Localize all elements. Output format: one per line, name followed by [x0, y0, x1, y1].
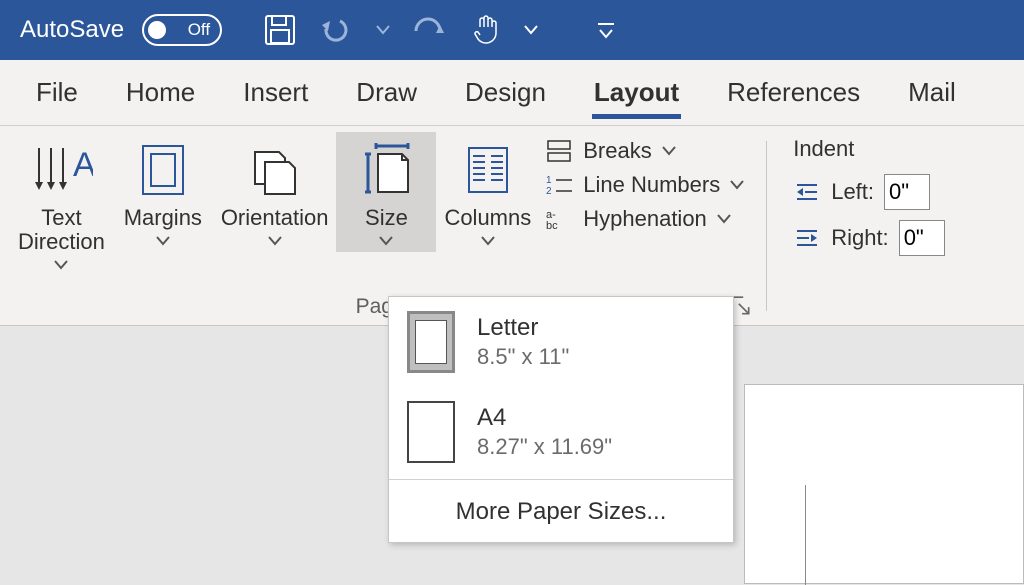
size-option-name: A4: [477, 404, 612, 432]
hand-icon: [471, 13, 501, 47]
margins-label: Margins: [124, 206, 202, 230]
autosave-label: AutoSave: [20, 16, 124, 44]
group-separator: [766, 141, 767, 311]
save-icon: [263, 13, 297, 47]
indent-right-row: Right:: [793, 220, 1004, 256]
undo-button[interactable]: [318, 10, 358, 50]
svg-text:1: 1: [546, 175, 552, 186]
indent-right-input[interactable]: [899, 220, 945, 256]
tab-design[interactable]: Design: [441, 60, 570, 125]
tab-layout[interactable]: Layout: [570, 60, 703, 125]
page-thumb-icon: [407, 401, 455, 463]
tab-home[interactable]: Home: [102, 60, 219, 125]
redo-icon: [410, 15, 446, 45]
text-direction-icon: A: [29, 138, 93, 202]
undo-icon: [318, 15, 358, 45]
customize-qat-button[interactable]: [586, 10, 626, 50]
text-direction-button[interactable]: A Text Direction: [10, 132, 113, 276]
size-icon: [356, 138, 416, 202]
more-paper-sizes[interactable]: More Paper Sizes...: [389, 482, 733, 542]
size-option-letter[interactable]: Letter 8.5" x 11": [389, 297, 733, 387]
size-label: Size: [365, 206, 408, 230]
size-button[interactable]: Size: [336, 132, 436, 252]
touch-mode-button[interactable]: [466, 10, 506, 50]
chevron-down-icon: [379, 236, 393, 246]
autosave-toggle[interactable]: Off: [142, 14, 222, 46]
page-thumb-icon: [407, 311, 455, 373]
svg-text:bc: bc: [546, 220, 558, 230]
breaks-icon: [545, 139, 573, 163]
paragraph-group: Indent Left: Right:: [773, 126, 1024, 325]
margins-icon: [137, 138, 189, 202]
indent-left-row: Left:: [793, 174, 1004, 210]
hyphenation-label: Hyphenation: [583, 206, 707, 232]
chevron-down-icon: [268, 236, 282, 246]
chevron-down-icon: [54, 260, 68, 270]
orientation-icon: [247, 138, 303, 202]
size-option-dims: 8.27" x 11.69": [477, 434, 612, 460]
ribbon-tabs: File Home Insert Draw Design Layout Refe…: [0, 60, 1024, 126]
hyphenation-button[interactable]: a-bc Hyphenation: [545, 206, 744, 232]
toggle-dot-icon: [148, 21, 166, 39]
size-option-a4[interactable]: A4 8.27" x 11.69": [389, 387, 733, 477]
hyphenation-icon: a-bc: [545, 207, 573, 231]
indent-right-label: Right:: [831, 225, 888, 251]
size-option-dims: 8.5" x 11": [477, 344, 569, 370]
columns-label: Columns: [444, 206, 531, 230]
chevron-down-icon: [481, 236, 495, 246]
columns-button[interactable]: Columns: [436, 132, 539, 252]
save-button[interactable]: [260, 10, 300, 50]
page-setup-small-items: Breaks 12 Line Numbers a-bc Hyphenation: [539, 132, 750, 238]
columns-icon: [463, 138, 513, 202]
tab-draw[interactable]: Draw: [332, 60, 441, 125]
indent-left-icon: [793, 181, 821, 203]
line-numbers-icon: 12: [545, 173, 573, 197]
chevron-down-icon: [156, 236, 170, 246]
redo-button[interactable]: [408, 10, 448, 50]
customize-icon: [596, 20, 616, 40]
breaks-button[interactable]: Breaks: [545, 138, 744, 164]
line-numbers-label: Line Numbers: [583, 172, 720, 198]
indent-heading: Indent: [793, 136, 1004, 162]
size-option-name: Letter: [477, 314, 569, 342]
chevron-down-icon: [717, 214, 731, 224]
touch-dropdown-icon[interactable]: [524, 25, 538, 35]
tab-insert[interactable]: Insert: [219, 60, 332, 125]
indent-right-icon: [793, 227, 821, 249]
margins-button[interactable]: Margins: [113, 132, 213, 252]
undo-dropdown-icon[interactable]: [376, 25, 390, 35]
chevron-down-icon: [662, 146, 676, 156]
size-dropdown-menu: Letter 8.5" x 11" A4 8.27" x 11.69" More…: [388, 296, 734, 543]
svg-text:A: A: [73, 146, 93, 184]
orientation-button[interactable]: Orientation: [213, 132, 337, 252]
tab-file[interactable]: File: [12, 60, 102, 125]
tab-mail[interactable]: Mail: [884, 60, 980, 125]
line-numbers-button[interactable]: 12 Line Numbers: [545, 172, 744, 198]
orientation-label: Orientation: [221, 206, 329, 230]
svg-text:2: 2: [546, 186, 552, 196]
indent-left-label: Left:: [831, 179, 874, 205]
autosave-state: Off: [188, 20, 210, 40]
tab-references[interactable]: References: [703, 60, 884, 125]
title-bar: AutoSave Off: [0, 0, 1024, 60]
menu-divider: [389, 479, 733, 480]
breaks-label: Breaks: [583, 138, 651, 164]
indent-left-input[interactable]: [884, 174, 930, 210]
chevron-down-icon: [730, 180, 744, 190]
text-direction-label: Text Direction: [18, 206, 105, 254]
document-canvas[interactable]: [744, 384, 1024, 584]
